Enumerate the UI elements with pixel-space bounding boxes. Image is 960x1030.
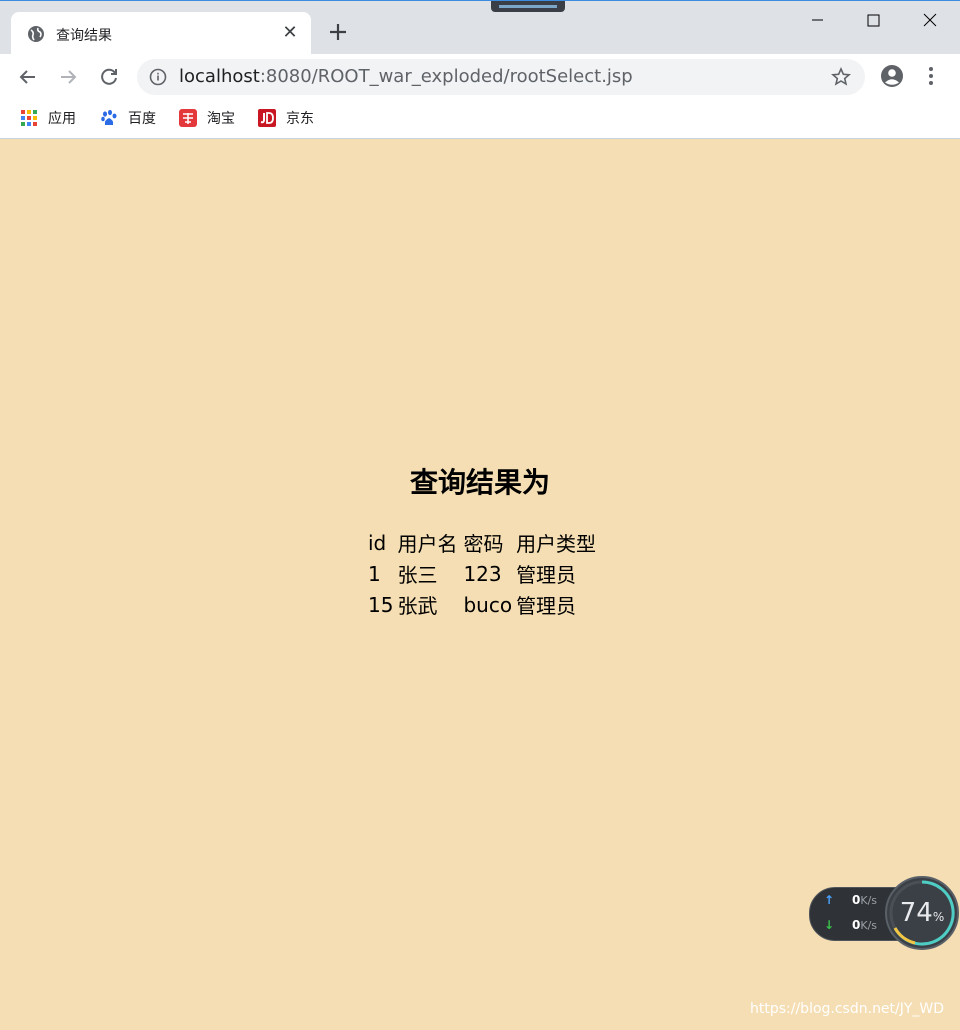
forward-arrow-icon[interactable]	[55, 64, 81, 90]
download-arrow-icon: ↓	[824, 918, 835, 932]
info-icon[interactable]	[149, 68, 167, 86]
header-cell-username: 用户名	[397, 532, 458, 556]
bookmark-baidu[interactable]: 百度	[100, 107, 156, 129]
url-path: :8080/ROOT_war_exploded/rootSelect.jsp	[259, 66, 633, 87]
tab-active[interactable]: 查询结果 ✕	[11, 12, 311, 55]
menu-kebab-icon[interactable]	[921, 64, 941, 88]
tab-close-icon[interactable]: ✕	[279, 22, 301, 44]
bookmark-star-icon[interactable]	[831, 67, 851, 87]
cell-id: 1	[368, 561, 381, 586]
globe-icon	[28, 26, 44, 42]
maximize-icon[interactable]	[850, 6, 896, 36]
reload-icon[interactable]	[96, 64, 122, 90]
download-speed: ↓ 0K/s	[824, 918, 878, 932]
cell-id: 15	[368, 592, 394, 617]
header-cell-password: 密码	[463, 532, 504, 556]
cell-password: buco	[463, 592, 513, 617]
header-cell-id: id	[368, 530, 387, 555]
baidu-paw-icon	[101, 109, 117, 125]
profile-avatar-icon[interactable]	[880, 64, 904, 88]
bookmark-label: 淘宝	[207, 111, 235, 127]
jd-icon	[258, 109, 276, 127]
memory-gauge[interactable]: 74%	[885, 876, 959, 950]
table-header-row: id 用户名 密码 用户类型	[366, 527, 598, 558]
result-table: id 用户名 密码 用户类型 1 张三 123 管理员 15 张武 buco 管…	[366, 527, 598, 620]
taobao-icon	[179, 109, 197, 127]
url-text: localhost:8080/ROOT_war_exploded/rootSel…	[179, 66, 633, 87]
page-heading: 查询结果为	[409, 466, 550, 499]
bookmark-apps[interactable]: 应用	[20, 107, 76, 129]
tab-strip: 查询结果 ✕	[0, 0, 960, 55]
bookmark-label: 应用	[48, 111, 76, 127]
address-bar[interactable]: localhost:8080/ROOT_war_exploded/rootSel…	[137, 59, 865, 95]
bookmark-label: 京东	[286, 111, 314, 127]
bookmark-taobao[interactable]: 淘宝	[179, 107, 235, 129]
new-tab-icon[interactable]	[326, 20, 350, 44]
window-close-icon[interactable]	[907, 6, 953, 36]
back-arrow-icon[interactable]	[15, 64, 41, 90]
tab-title: 查询结果	[56, 28, 112, 44]
url-host: localhost	[179, 66, 260, 87]
bookmark-label: 百度	[128, 111, 156, 127]
bookmarks-bar: 应用 百度 淘宝 京东	[0, 100, 960, 139]
watermark-text: https://blog.csdn.net/JY_WD	[750, 1001, 945, 1017]
header-cell-usertype: 用户类型	[516, 532, 597, 556]
minimize-icon[interactable]	[794, 6, 840, 36]
gauge-value: 74%	[899, 898, 945, 928]
apps-grid-icon	[21, 110, 37, 126]
table-row: 15 张武 buco 管理员	[366, 589, 598, 620]
table-row: 1 张三 123 管理员	[366, 558, 598, 589]
top-gadget	[491, 1, 565, 12]
cell-username: 张武	[397, 594, 438, 618]
cell-password: 123	[463, 561, 502, 586]
cell-username: 张三	[397, 563, 438, 587]
bookmark-jd[interactable]: 京东	[258, 107, 314, 129]
cell-usertype: 管理员	[516, 563, 577, 587]
upload-arrow-icon: ↑	[824, 893, 835, 907]
upload-speed: ↑ 0K/s	[824, 893, 878, 907]
browser-toolbar: localhost:8080/ROOT_war_exploded/rootSel…	[0, 54, 960, 100]
cell-usertype: 管理员	[516, 594, 577, 618]
